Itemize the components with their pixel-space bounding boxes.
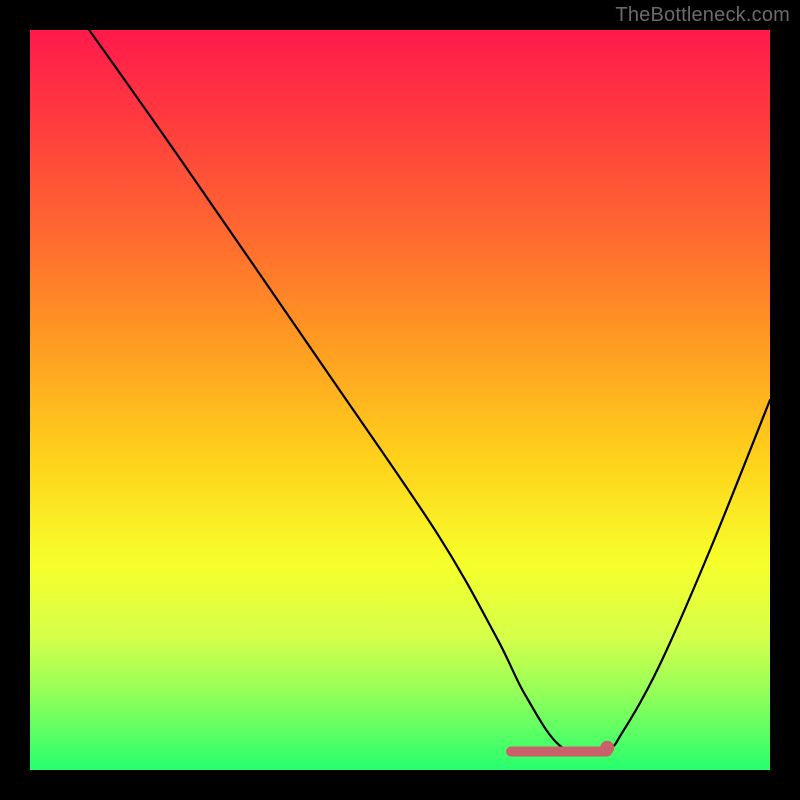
chart-frame: TheBottleneck.com [0,0,800,800]
optimal-point-dot [600,741,614,755]
chart-svg [30,30,770,770]
watermark-text: TheBottleneck.com [615,4,790,27]
bottleneck-curve [89,30,770,752]
plot-area [30,30,770,770]
